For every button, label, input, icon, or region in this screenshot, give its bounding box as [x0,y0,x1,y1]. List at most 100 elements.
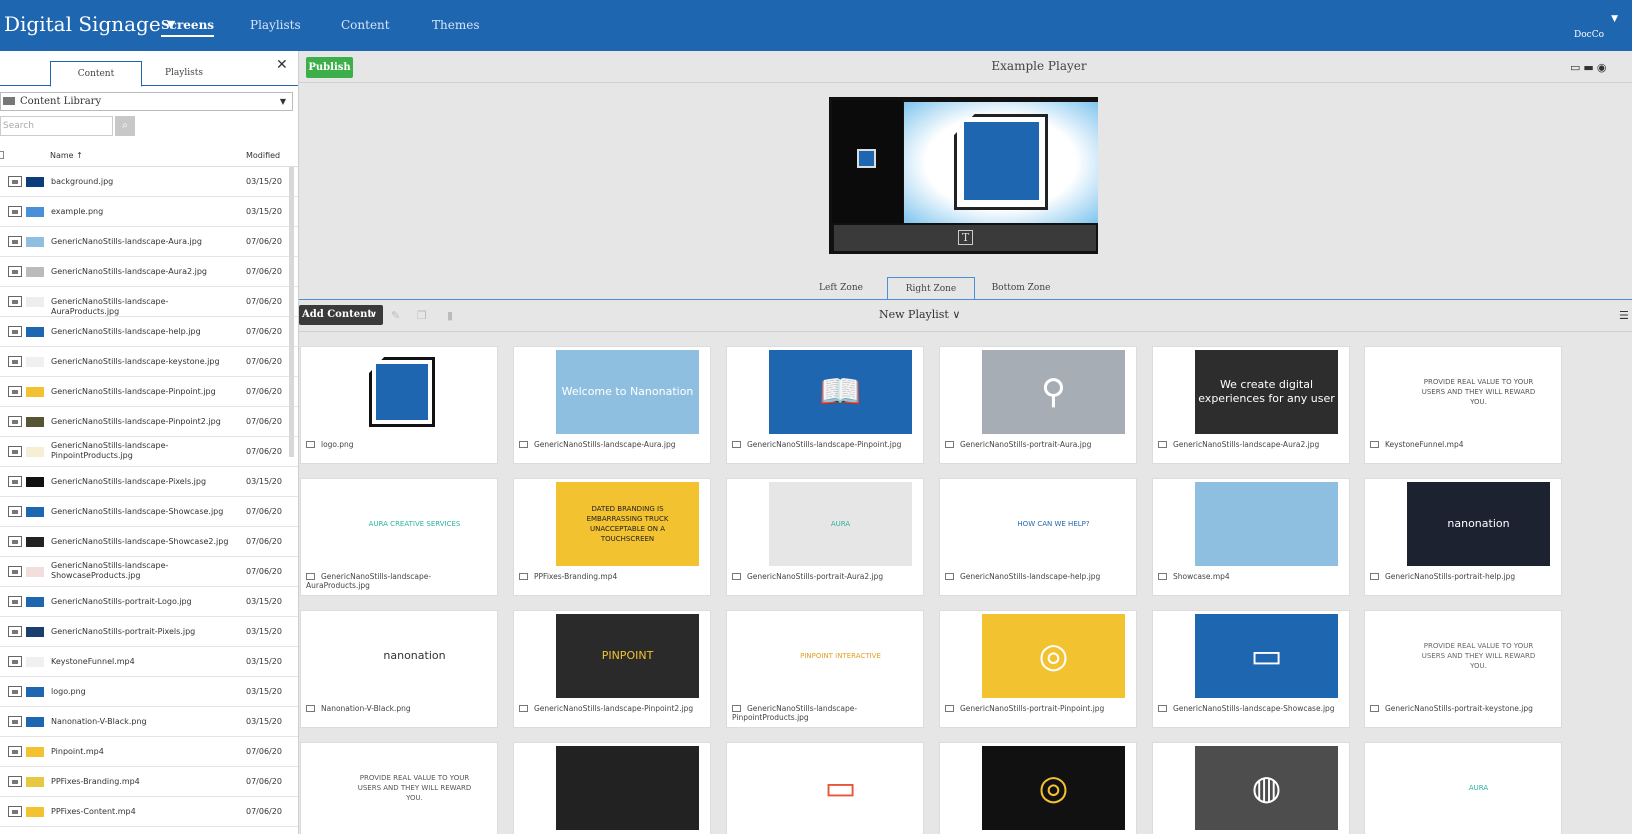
playlist-card[interactable]: ▭ [726,742,924,834]
list-item[interactable]: GenericNanoStills-portrait-Logo.jpg 03/15… [0,587,298,617]
library-select[interactable]: Content Library ▼ [0,92,293,111]
close-icon[interactable]: ✕ [276,57,288,73]
list-item[interactable]: GenericNanoStills-portrait-Pixels.jpg 03/… [0,617,298,647]
left-zone-preview[interactable] [832,100,903,223]
card-label: GenericNanoStills-portrait-Aura.jpg [945,440,1133,449]
list-view-icon[interactable]: ☰ [1619,309,1629,322]
playlist-card[interactable]: Showcase.mp4 [1152,478,1350,596]
list-item[interactable]: GenericNanoStills-landscape-Pinpoint2.jp… [0,407,298,437]
playlist-select[interactable]: New Playlist ∨ [879,308,999,321]
list-item-date: 03/15/20 [246,177,282,186]
search-input[interactable]: Search [0,116,113,136]
list-item[interactable]: GenericNanoStills-landscape-Pixels.jpg 03… [0,467,298,497]
thumbnail [26,687,44,697]
list-item[interactable]: GenericNanoStills-landscape-AuraProducts… [0,287,298,317]
bottom-zone-preview[interactable]: T [834,225,1096,251]
list-item[interactable]: GenericNanoStills-landscape-ShowcaseProd… [0,557,298,587]
playlist-card[interactable]: ◎ GenericNanoStills-portrait-Pinpoint.jpg [939,610,1137,728]
card-name: Nanonation-V-Black.png [321,704,411,713]
table-header: Name ↑ Modified [0,145,298,167]
playlist-card[interactable]: nanonation Nanonation-V-Black.png [300,610,498,728]
tab-bottom-zone[interactable]: Bottom Zone [977,277,1065,300]
thumbnail [26,807,44,817]
playlist-card[interactable]: ⚲ GenericNanoStills-portrait-Aura.jpg [939,346,1137,464]
playlist-card[interactable]: Welcome to Nanonation GenericNanoStills-l… [513,346,711,464]
list-item[interactable]: GenericNanoStills-landscape-Showcase2.jp… [0,527,298,557]
list-item[interactable]: GenericNanoStills-landscape-Showcase.jpg… [0,497,298,527]
list-item[interactable]: PPFixes-Branding.mp4 07/06/20 [0,767,298,797]
playlist-card[interactable]: ◎ [939,742,1137,834]
select-all-checkbox[interactable] [0,151,4,159]
playlist-card[interactable]: 📖 GenericNanoStills-landscape-Pinpoint.jp… [726,346,924,464]
image-icon [8,806,22,817]
calendar-icon[interactable]: ▭ [1570,61,1583,74]
playlist-card[interactable] [513,742,711,834]
list-item[interactable]: Pinpoint.mp4 07/06/20 [0,737,298,767]
playlist-card[interactable]: AURA [1364,742,1562,834]
playlist-card[interactable]: PROVIDE REAL VALUE TO YOUR USERS AND THE… [1364,610,1562,728]
eye-icon[interactable]: ◉ [1597,61,1610,74]
list-item[interactable]: GenericNanoStills-landscape-Aura2.jpg 07/… [0,257,298,287]
list-item[interactable]: GenericNanoStills-landscape-Pinpoint.jpg… [0,377,298,407]
playlist-card[interactable]: ▭ GenericNanoStills-landscape-Showcase.jp… [1152,610,1350,728]
tab-left-zone[interactable]: Left Zone [797,277,885,300]
chevron-down-icon: ▼ [279,97,286,106]
list-item[interactable]: GenericNanoStills-landscape-help.jpg 07/0… [0,317,298,347]
list-item[interactable]: PPFixes-Content.mp4 07/06/20 [0,797,298,827]
nav-content[interactable]: Content [341,18,390,32]
list-item-date: 03/15/20 [246,657,282,666]
edit-icon[interactable]: ✎ [391,309,400,322]
card-name: GenericNanoStills-landscape-Pinpoint2.jp… [534,704,694,713]
playlist-card[interactable]: PROVIDE REAL VALUE TO YOUR USERS AND THE… [1364,346,1562,464]
list-item[interactable]: example.png 03/15/20 [0,197,298,227]
playlist-card[interactable]: logo.png [300,346,498,464]
add-content-button[interactable]: Add Content ∨ [299,305,383,325]
playlist-card[interactable]: HOW CAN WE HELP? GenericNanoStills-landsc… [939,478,1137,596]
card-thumbnail: PINPOINT [556,614,699,698]
layout-icon[interactable]: ▬ [1583,61,1596,74]
image-icon [8,566,22,577]
user-name[interactable]: DocCo [1574,30,1604,40]
list-item[interactable]: logo.png 03/15/20 [0,677,298,707]
playlist-card[interactable]: We create digital experiences for any us… [1152,346,1350,464]
playlist-card[interactable]: nanonation GenericNanoStills-portrait-hel… [1364,478,1562,596]
copy-icon[interactable]: ❐ [417,309,427,322]
image-icon [945,573,954,580]
playlist-card[interactable]: PROVIDE REAL VALUE TO YOUR USERS AND THE… [300,742,498,834]
image-icon [1158,573,1167,580]
tab-right-zone[interactable]: Right Zone [887,277,975,300]
list-item[interactable]: GenericNanoStills-landscape-Aura.jpg 07/0… [0,227,298,257]
user-menu-caret-icon[interactable]: ▼ [1611,14,1618,24]
playlist-card[interactable]: AURA CREATIVE SERVICES GenericNanoStills-… [300,478,498,596]
content-icon: ◎ [1038,768,1069,808]
app-title-menu[interactable]: Digital Signage ▼ [4,12,175,36]
card-thumbnail: PROVIDE REAL VALUE TO YOUR USERS AND THE… [343,746,486,830]
search-icon[interactable]: ⌕ [115,116,135,136]
right-zone-preview[interactable] [904,102,1098,223]
nav-playlists[interactable]: Playlists [250,18,301,32]
list-item[interactable]: Nanonation-V-Black.png 03/15/20 [0,707,298,737]
playlist-card[interactable]: DATED BRANDING IS EMBARRASSING TRUCK UNA… [513,478,711,596]
list-item[interactable]: GenericNanoStills-landscape-PinpointProd… [0,437,298,467]
playlist-card[interactable]: PINPOINT GenericNanoStills-landscape-Pinp… [513,610,711,728]
scrollbar[interactable] [289,167,294,457]
column-modified[interactable]: Modified [246,151,280,160]
tab-content[interactable]: Content [50,61,142,87]
list-item[interactable]: KeystoneFunnel.mp4 03/15/20 [0,647,298,677]
card-name: GenericNanoStills-landscape-PinpointProd… [732,704,858,722]
publish-button[interactable]: Publish [306,57,353,78]
nav-screens[interactable]: Screens [161,18,215,37]
list-item[interactable]: background.jpg 03/15/20 [0,167,298,197]
list-item[interactable]: GenericNanoStills-landscape-keystone.jpg… [0,347,298,377]
image-icon [1370,441,1379,448]
thumbnail-text: nanonation [1447,517,1510,530]
playlist-card[interactable]: AURA GenericNanoStills-portrait-Aura2.jpg [726,478,924,596]
trash-icon[interactable]: ▮ [447,309,453,322]
nav-themes[interactable]: Themes [432,18,479,32]
column-name[interactable]: Name ↑ [50,151,83,160]
thumbnail-text: PINPOINT INTERACTIVE [800,652,881,660]
tab-playlists[interactable]: Playlists [138,61,230,87]
playlist-card[interactable]: ◍ [1152,742,1350,834]
playlist-card[interactable]: PINPOINT INTERACTIVE GenericNanoStills-la… [726,610,924,728]
list-item-name: Pinpoint.mp4 [51,747,104,756]
